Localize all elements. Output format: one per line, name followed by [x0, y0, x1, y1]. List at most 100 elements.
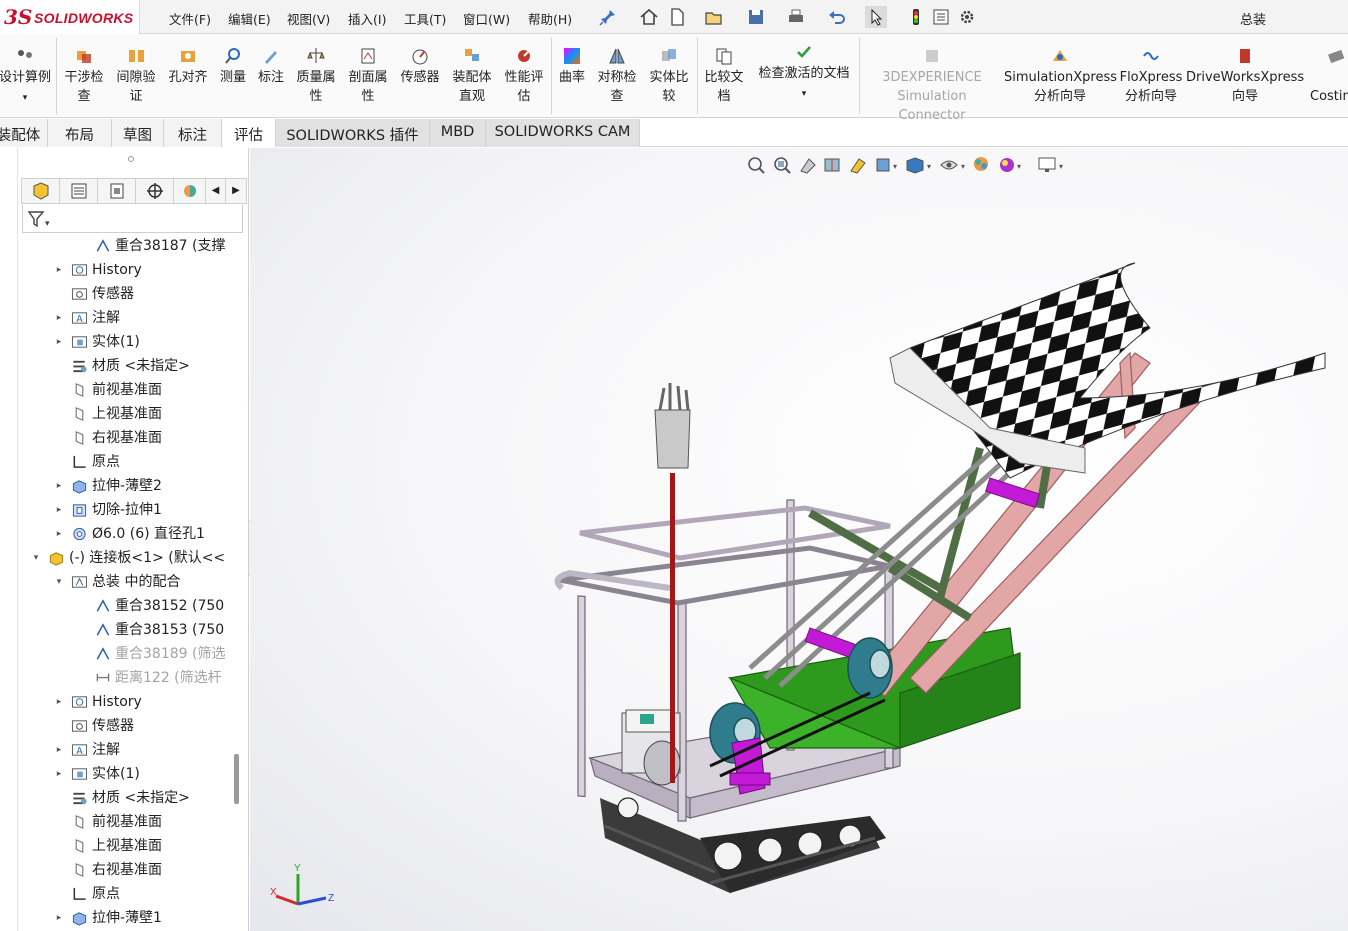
costing-button[interactable]: Costin	[1306, 34, 1348, 118]
tab-solidworks-addins[interactable]: SOLIDWORKS 插件	[276, 119, 430, 147]
tree-item[interactable]: ▸ 实体(1)	[18, 330, 231, 354]
tree-item[interactable]: ▸ History	[18, 690, 231, 714]
markup-button[interactable]: 标注	[252, 34, 290, 118]
tree-item[interactable]: 传感器	[18, 282, 231, 306]
menu-insert[interactable]: 插入(I)	[348, 9, 386, 28]
tree-item[interactable]: ▾ (-) 连接板<1> (默认<<	[18, 546, 231, 570]
tree-item[interactable]: ▸ 拉伸-薄壁1	[18, 906, 231, 930]
tree-item[interactable]: ▸ 实体(1)	[18, 762, 231, 786]
tree-item[interactable]: ▾ 总装 中的配合	[18, 570, 231, 594]
graphics-area[interactable]: ▾ ▾ ▾ ▾ ▾ Y X Z	[250, 148, 1348, 931]
check-active-document-button[interactable]: 检查激活的文档 ▾	[752, 34, 856, 118]
tabs-scroll-right[interactable]: ▶	[226, 179, 246, 203]
tree-item[interactable]: ▸ 切除-拉伸1	[18, 498, 231, 522]
3dexperience-simulation-connector-button[interactable]: 3DEXPERIENCE Simulation Connector	[862, 34, 1002, 123]
tree-filter[interactable]: ▾	[22, 205, 243, 233]
menu-window[interactable]: 窗口(W)	[463, 9, 510, 28]
file-properties-icon[interactable]	[930, 6, 952, 28]
tree-item[interactable]: 材质 <未指定>	[18, 786, 231, 810]
collapse-toggle-icon[interactable]: ▾	[30, 546, 42, 570]
tree-item[interactable]: 材质 <未指定>	[18, 354, 231, 378]
tree-item[interactable]: 上视基准面	[18, 402, 231, 426]
tree-item[interactable]: 原点	[18, 450, 231, 474]
select-cursor-icon[interactable]	[865, 6, 887, 28]
menu-edit[interactable]: 编辑(E)	[228, 9, 271, 28]
rebuild-traffic-light-icon[interactable]	[905, 6, 927, 28]
tree-item[interactable]: ▸ 拉伸-薄壁2	[18, 474, 231, 498]
property-manager-tab[interactable]	[60, 179, 98, 203]
menu-view[interactable]: 视图(V)	[287, 9, 330, 28]
hole-alignment-button[interactable]: 孔对齐	[164, 34, 212, 118]
interference-check-button[interactable]: 干涉检查	[60, 34, 108, 118]
driveworksxpress-button[interactable]: DriveWorksXpress 向导	[1186, 34, 1304, 118]
save-icon[interactable]	[745, 6, 767, 28]
expand-toggle-icon[interactable]: ▸	[53, 306, 65, 330]
undo-icon[interactable]	[826, 6, 848, 28]
section-properties-button[interactable]: 剖面属性	[344, 34, 392, 118]
tree-scroll-thumb[interactable]	[234, 754, 239, 804]
open-folder-icon[interactable]	[703, 6, 725, 28]
tree-item[interactable]: 重合38153 (750	[18, 618, 231, 642]
expand-toggle-icon[interactable]: ▸	[53, 738, 65, 762]
tab-layout[interactable]: 布局	[48, 119, 112, 147]
feature-manager-tab[interactable]	[22, 179, 60, 203]
tree-item[interactable]: 重合38189 (筛选	[18, 642, 231, 666]
tree-item[interactable]: 重合38152 (750	[18, 594, 231, 618]
tree-item[interactable]: 距离122 (筛选杆	[18, 666, 231, 690]
tab-assembly[interactable]: 装配体	[0, 119, 48, 147]
tree-item[interactable]: ▸ A 注解	[18, 738, 231, 762]
tab-evaluate[interactable]: 评估	[222, 119, 276, 147]
display-manager-tab[interactable]	[174, 179, 206, 203]
new-document-icon[interactable]	[666, 6, 688, 28]
tab-markup[interactable]: 标注	[164, 119, 222, 147]
compare-documents-button[interactable]: 比较文档	[700, 34, 748, 118]
tab-solidworks-cam[interactable]: SOLIDWORKS CAM	[486, 119, 640, 147]
menu-help[interactable]: 帮助(H)	[528, 9, 572, 28]
solidworks-logo[interactable]: 3S SOLIDWORKS	[0, 0, 140, 34]
tabs-scroll-left[interactable]: ◀	[206, 179, 226, 203]
menu-tools[interactable]: 工具(T)	[404, 9, 446, 28]
tree-item[interactable]: ▸ Ø6.0 (6) 直径孔1	[18, 522, 231, 546]
performance-evaluation-button[interactable]: 性能评估	[500, 34, 548, 118]
tree-item[interactable]: 传感器	[18, 714, 231, 738]
menu-file[interactable]: 文件(F)	[169, 9, 211, 28]
tree-vertical-scrollbar[interactable]	[232, 234, 244, 931]
expand-toggle-icon[interactable]: ▸	[53, 690, 65, 714]
simulationxpress-button[interactable]: SimulationXpress 分析向导	[1004, 34, 1117, 118]
assembly-model-render[interactable]	[250, 148, 1348, 931]
tree-item[interactable]: 重合38187 (支撑	[18, 234, 231, 258]
mass-properties-button[interactable]: 质量属性	[292, 34, 340, 118]
expand-toggle-icon[interactable]: ▸	[53, 474, 65, 498]
expand-toggle-icon[interactable]: ▸	[53, 762, 65, 786]
expand-toggle-icon[interactable]: ▸	[53, 330, 65, 354]
tree-item[interactable]: 原点	[18, 882, 231, 906]
collapse-toggle-icon[interactable]: ▾	[53, 570, 65, 594]
expand-toggle-icon[interactable]: ▸	[53, 906, 65, 930]
expand-toggle-icon[interactable]: ▸	[53, 522, 65, 546]
tree-item[interactable]: ▸ History	[18, 258, 231, 282]
tab-mbd[interactable]: MBD	[430, 119, 486, 147]
tree-item[interactable]: 上视基准面	[18, 834, 231, 858]
pin-icon[interactable]	[597, 6, 619, 28]
panel-handle[interactable]	[128, 156, 134, 162]
measure-button[interactable]: 测量	[214, 34, 252, 118]
curvature-button[interactable]: 曲率	[553, 34, 591, 118]
expand-toggle-icon[interactable]: ▸	[53, 258, 65, 282]
design-study-button[interactable]: 设计算例 ▾	[0, 34, 56, 118]
tree-item[interactable]: 前视基准面	[18, 810, 231, 834]
body-compare-button[interactable]: 实体比较	[645, 34, 693, 118]
print-icon[interactable]	[785, 6, 807, 28]
configuration-manager-tab[interactable]	[98, 179, 136, 203]
options-gear-icon[interactable]	[956, 6, 978, 28]
floxpress-button[interactable]: FloXpress 分析向导	[1118, 34, 1184, 118]
symmetry-check-button[interactable]: 对称检查	[593, 34, 641, 118]
clearance-verification-button[interactable]: 间隙验证	[112, 34, 160, 118]
dimxpert-manager-tab[interactable]	[136, 179, 174, 203]
tree-item[interactable]: 右视基准面	[18, 426, 231, 450]
home-icon[interactable]	[638, 6, 660, 28]
tree-item[interactable]: 前视基准面	[18, 378, 231, 402]
assembly-visualization-button[interactable]: 装配体 直观	[448, 34, 496, 118]
tree-item[interactable]: ▸ A 注解	[18, 306, 231, 330]
expand-toggle-icon[interactable]: ▸	[53, 498, 65, 522]
sensor-button[interactable]: 传感器	[396, 34, 444, 118]
